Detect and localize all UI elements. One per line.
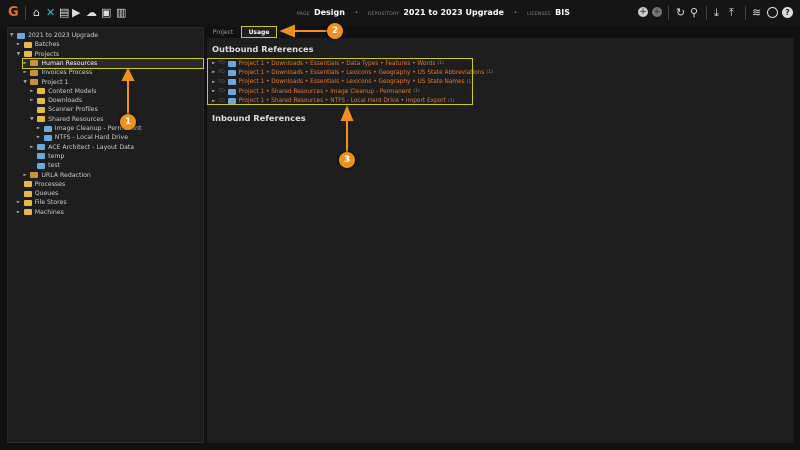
annotation-badge-1: 1 xyxy=(120,114,136,130)
annotation-arrows xyxy=(121,24,354,152)
annotation-badge-2: 2 xyxy=(327,23,343,39)
arrow-1-head xyxy=(121,67,135,81)
arrow-3-head xyxy=(340,105,354,121)
annotation-badge-3: 3 xyxy=(339,152,355,168)
arrow-2-head xyxy=(279,24,295,38)
